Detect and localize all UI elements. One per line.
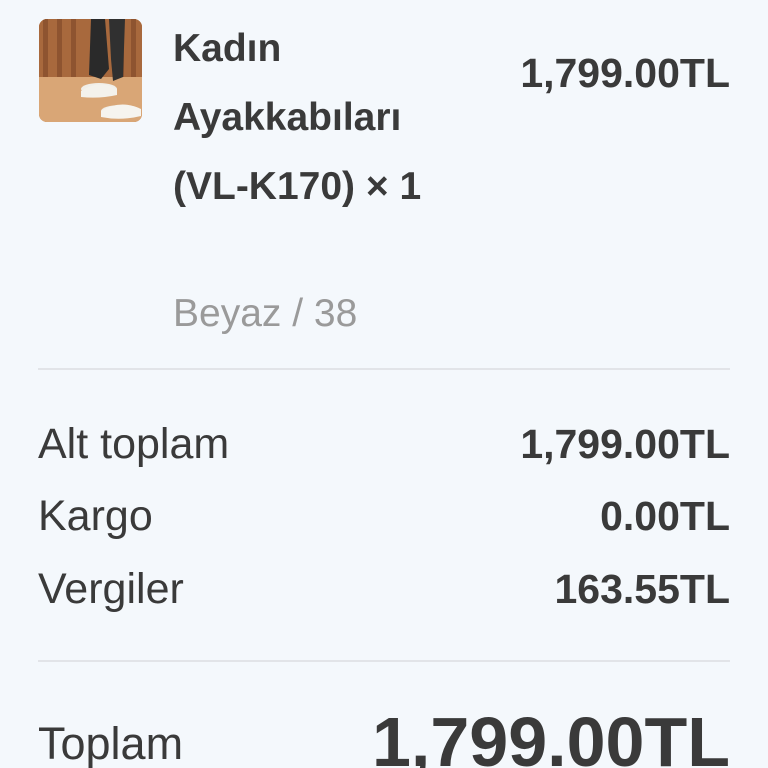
divider bbox=[38, 368, 730, 370]
cart-line-item[interactable]: Kadın Ayakkabıları (VL-K170) × 1 Beyaz /… bbox=[0, 0, 768, 370]
subtotal-label: Alt toplam bbox=[38, 420, 230, 468]
shipping-row: Kargo 0.00TL bbox=[38, 488, 730, 544]
divider bbox=[38, 660, 730, 662]
shipping-label: Kargo bbox=[38, 492, 153, 540]
product-name[interactable]: Kadın Ayakkabıları (VL-K170) × 1 bbox=[173, 14, 463, 221]
taxes-label: Vergiler bbox=[38, 565, 184, 613]
shoe-photo-icon bbox=[39, 19, 142, 122]
product-price: 1,799.00TL bbox=[520, 50, 730, 96]
shipping-value: 0.00TL bbox=[600, 493, 730, 539]
product-thumbnail[interactable] bbox=[39, 19, 142, 122]
subtotal-value: 1,799.00TL bbox=[520, 421, 730, 467]
total-value: 1,799.00TL bbox=[372, 703, 730, 768]
order-summary-page: Kadın Ayakkabıları (VL-K170) × 1 Beyaz /… bbox=[0, 0, 768, 768]
total-label: Toplam bbox=[38, 718, 184, 768]
taxes-row: Vergiler 163.55TL bbox=[38, 561, 730, 617]
total-row: Toplam 1,799.00TL bbox=[38, 700, 730, 768]
subtotal-row: Alt toplam 1,799.00TL bbox=[38, 416, 730, 472]
product-variant: Beyaz / 38 bbox=[173, 292, 358, 335]
taxes-value: 163.55TL bbox=[554, 566, 731, 612]
